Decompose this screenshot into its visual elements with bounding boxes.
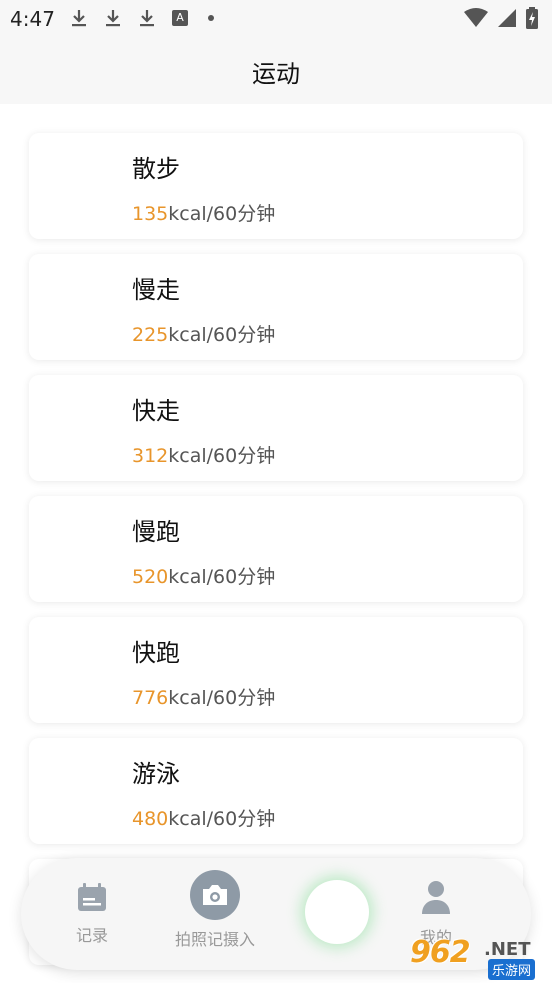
- exercise-card[interactable]: 游泳 480kcal/60分钟: [29, 738, 523, 844]
- tab-label: 记录: [75, 926, 108, 945]
- download-icon: [72, 10, 86, 27]
- page-title: 运动: [252, 60, 300, 88]
- exercise-list-area: 散步 135kcal/60分钟 慢走 225kcal/60分钟 快走 312kc…: [0, 104, 552, 983]
- watermark-logo-number: 962: [410, 935, 471, 970]
- watermark-logo: 962 .NET 乐游网: [410, 935, 546, 981]
- camera-icon: [190, 870, 240, 920]
- exercise-name: 慢跑: [132, 518, 180, 546]
- kcal-unit: kcal/60分钟: [168, 566, 276, 588]
- exercise-card[interactable]: 慢跑 520kcal/60分钟: [29, 496, 523, 602]
- exercise-calories: 312kcal/60分钟: [132, 441, 275, 468]
- watermark-logo-net: .NET: [484, 939, 531, 960]
- exercise-card[interactable]: 快走 312kcal/60分钟: [29, 375, 523, 481]
- exercise-list: 散步 135kcal/60分钟 慢走 225kcal/60分钟 快走 312kc…: [29, 133, 523, 980]
- more-notifications-dot-icon: [208, 15, 214, 21]
- tab-label: 拍照记摄入: [174, 930, 255, 949]
- exercise-card[interactable]: 快跑 776kcal/60分钟: [29, 617, 523, 723]
- kcal-unit: kcal/60分钟: [168, 687, 276, 709]
- wifi-icon: [464, 8, 488, 27]
- download-icon: [106, 10, 120, 27]
- kcal-value: 225: [132, 324, 169, 346]
- battery-icon: [526, 7, 538, 29]
- kcal-unit: kcal/60分钟: [168, 808, 276, 830]
- kcal-value: 776: [132, 687, 169, 709]
- watermark-logo-site: 乐游网: [488, 959, 536, 980]
- exercise-name: 快走: [132, 397, 180, 425]
- kcal-value: 520: [132, 566, 169, 588]
- exercise-calories: 480kcal/60分钟: [132, 804, 275, 831]
- kcal-value: 312: [132, 445, 169, 467]
- exercise-calories: 135kcal/60分钟: [132, 199, 275, 226]
- exercise-card[interactable]: 散步 135kcal/60分钟: [29, 133, 523, 239]
- a-badge-icon: A: [172, 10, 188, 26]
- kcal-unit: kcal/60分钟: [168, 445, 276, 467]
- center-action-button[interactable]: [305, 880, 369, 944]
- exercise-name: 游泳: [132, 760, 180, 788]
- app-header: 运动: [0, 38, 552, 104]
- person-icon: [422, 881, 450, 914]
- status-bar: 4:47 A: [0, 0, 552, 38]
- signal-icon: [498, 9, 516, 27]
- kcal-value: 480: [132, 808, 169, 830]
- exercise-name: 快跑: [132, 639, 180, 667]
- exercise-calories: 776kcal/60分钟: [132, 683, 275, 710]
- download-icon: [140, 10, 154, 27]
- kcal-unit: kcal/60分钟: [168, 324, 276, 346]
- status-time: 4:47: [10, 7, 55, 31]
- notification-icons: A: [70, 7, 214, 29]
- kcal-value: 135: [132, 203, 169, 225]
- exercise-card[interactable]: 慢走 225kcal/60分钟: [29, 254, 523, 360]
- system-icons: [464, 7, 538, 29]
- exercise-name: 散步: [132, 155, 180, 183]
- tab-records[interactable]: 记录: [65, 882, 119, 946]
- tab-photo-record[interactable]: 拍照记摄入: [167, 870, 263, 950]
- exercise-name: 慢走: [132, 276, 180, 304]
- exercise-calories: 520kcal/60分钟: [132, 562, 275, 589]
- exercise-calories: 225kcal/60分钟: [132, 320, 275, 347]
- kcal-unit: kcal/60分钟: [168, 203, 276, 225]
- calendar-icon: [78, 883, 106, 911]
